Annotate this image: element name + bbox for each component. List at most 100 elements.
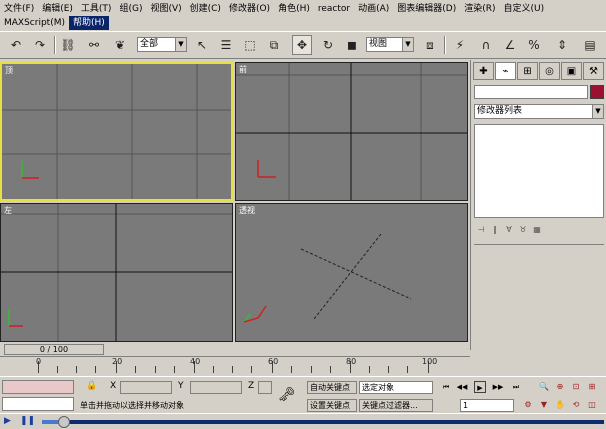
prev-frame-icon[interactable]: ◀◀ [456, 381, 468, 393]
pivot-center-icon[interactable]: ⧈ [420, 35, 440, 55]
select-object-icon[interactable]: ↖ [192, 35, 212, 55]
viewport-left-grid [1, 204, 232, 341]
percent-snap-icon[interactable]: % [524, 35, 544, 55]
next-frame-icon[interactable]: ▶▶ [492, 381, 504, 393]
maximize-viewport-icon[interactable]: ◫ [586, 399, 598, 411]
select-move-icon[interactable]: ✥ [292, 35, 312, 55]
show-end-result-icon[interactable]: ‖ [488, 225, 502, 237]
menu-character[interactable]: 角色(H) [274, 2, 314, 16]
zoom-extents-icon[interactable]: ⊡ [570, 381, 582, 393]
set-key-button[interactable]: 设置关键点 [307, 399, 357, 412]
media-progress-thumb[interactable] [58, 416, 70, 428]
track-label: 0 [36, 357, 42, 366]
utilities-tab-icon[interactable]: ⚒ [583, 62, 604, 80]
menu-group[interactable]: 组(G) [115, 2, 146, 16]
viewport-front[interactable]: 前 [235, 62, 468, 201]
selected-object-dropdown[interactable]: 选定对象 [359, 381, 433, 394]
select-manipulate-icon[interactable]: ⚡ [450, 35, 470, 55]
menu-modifiers[interactable]: 修改器(O) [225, 2, 274, 16]
coord-x-field[interactable] [120, 381, 172, 394]
named-selection-icon[interactable]: ▤ [580, 35, 600, 55]
menu-graph-editors[interactable]: 图表编辑器(D) [393, 2, 460, 16]
menu-create[interactable]: 创建(C) [186, 2, 225, 16]
goto-end-icon[interactable]: ⏭ [510, 381, 522, 393]
viewport-top-label[interactable]: 顶 [5, 65, 13, 76]
play-icon[interactable]: ▶ [4, 416, 11, 426]
ref-coord-dropdown[interactable]: 视图 ▼ [366, 37, 414, 52]
current-frame-field[interactable]: 1 [460, 399, 514, 412]
menu-edit[interactable]: 编辑(E) [38, 2, 77, 16]
chevron-down-icon: ▼ [402, 38, 413, 51]
coord-y-field[interactable] [190, 381, 242, 394]
pin-stack-icon[interactable]: ⊣ [474, 225, 488, 237]
remove-modifier-icon[interactable]: ♉ [516, 225, 530, 237]
maxscript-input-field[interactable] [2, 397, 74, 411]
menu-views[interactable]: 视图(V) [146, 2, 185, 16]
viewport-perspective[interactable]: 透视 [235, 203, 468, 342]
undo-icon[interactable]: ↶ [6, 35, 26, 55]
viewport-left-label[interactable]: 左 [4, 205, 12, 216]
media-progress-track[interactable] [42, 416, 604, 428]
spinner-snap-icon[interactable]: ⇕ [552, 35, 572, 55]
redo-icon[interactable]: ↷ [30, 35, 50, 55]
unlink-icon[interactable]: ⚯ [84, 35, 104, 55]
track-tick [311, 366, 312, 373]
time-bar: 0 / 100 [0, 344, 470, 356]
zoom-all-icon[interactable]: ⊕ [554, 381, 566, 393]
coord-z-field[interactable] [258, 381, 272, 394]
rect-selection-icon[interactable]: ⬚ [240, 35, 260, 55]
menu-help[interactable]: 帮助(H) [68, 15, 109, 30]
create-tab-icon[interactable]: ✚ [473, 62, 494, 80]
pan-icon[interactable]: ✋ [554, 399, 566, 411]
track-tick [174, 366, 175, 373]
object-name-field[interactable] [474, 85, 588, 99]
zoom-extents-all-icon[interactable]: ⊞ [586, 381, 598, 393]
time-slider[interactable]: 0 / 100 [4, 344, 104, 355]
viewport-top[interactable]: 顶 [0, 62, 233, 201]
auto-key-button[interactable]: 自动关键点 [307, 381, 357, 394]
time-config-icon[interactable]: ⚙ [522, 399, 534, 411]
coord-z-label: Z [248, 381, 255, 391]
field-of-view-icon[interactable]: ▼ [538, 399, 550, 411]
angle-snap-icon[interactable]: ∠ [500, 35, 520, 55]
window-crossing-icon[interactable]: ⧉ [264, 35, 284, 55]
pause-icon[interactable]: ❚❚ [20, 416, 35, 426]
menu-animation[interactable]: 动画(A) [354, 2, 393, 16]
select-rotate-icon[interactable]: ↻ [318, 35, 338, 55]
viewport-front-label[interactable]: 前 [239, 64, 247, 75]
viewport-perspective-label[interactable]: 透视 [239, 205, 255, 216]
select-by-name-icon[interactable]: ☰ [216, 35, 236, 55]
selection-filter-dropdown[interactable]: 全部 ▼ [137, 37, 187, 52]
object-color-swatch[interactable] [590, 85, 604, 99]
menu-maxscript[interactable]: MAXScript(M) [0, 16, 69, 30]
display-tab-icon[interactable]: ▣ [561, 62, 582, 80]
modifier-list-dropdown[interactable]: 修改器列表 ▼ [474, 104, 604, 119]
orbit-icon[interactable]: ⟲ [570, 399, 582, 411]
lock-selection-icon[interactable]: 🔒 [86, 381, 97, 391]
make-unique-icon[interactable]: ∀ [502, 225, 516, 237]
menu-reactor[interactable]: reactor [314, 2, 354, 16]
menu-tools[interactable]: 工具(T) [77, 2, 116, 16]
menu-customize[interactable]: 自定义(U) [500, 2, 549, 16]
modify-tab-icon[interactable]: ⌁ [495, 62, 516, 80]
menu-bar: 文件(F) 编辑(E) 工具(T) 组(G) 视图(V) 创建(C) 修改器(O… [0, 0, 606, 30]
modifier-stack[interactable] [474, 124, 604, 218]
key-filters-button[interactable]: 关键点过滤器... [359, 399, 433, 412]
menu-rendering[interactable]: 渲染(R) [460, 2, 499, 16]
hierarchy-tab-icon[interactable]: ⊞ [517, 62, 538, 80]
key-mode-icon[interactable]: 🗝 [278, 387, 296, 403]
snaps-toggle-icon[interactable]: ∩ [476, 35, 496, 55]
menu-file[interactable]: 文件(F) [0, 2, 38, 16]
select-scale-icon[interactable]: ◼ [342, 35, 362, 55]
goto-start-icon[interactable]: ⏮ [440, 381, 452, 393]
configure-sets-icon[interactable]: ▦ [530, 225, 544, 237]
bind-space-warp-icon[interactable]: ❦ [110, 35, 130, 55]
play-icon[interactable]: ▶ [474, 381, 486, 393]
modifier-list-value: 修改器列表 [477, 106, 523, 116]
zoom-icon[interactable]: 🔍 [538, 381, 550, 393]
motion-tab-icon[interactable]: ◎ [539, 62, 560, 80]
select-link-icon[interactable]: ⛓ [58, 35, 78, 55]
track-bar[interactable]: 0 20 40 60 80 100 [0, 356, 470, 375]
maxscript-listener-field[interactable] [2, 380, 74, 394]
viewport-left[interactable]: 左 [0, 203, 233, 342]
